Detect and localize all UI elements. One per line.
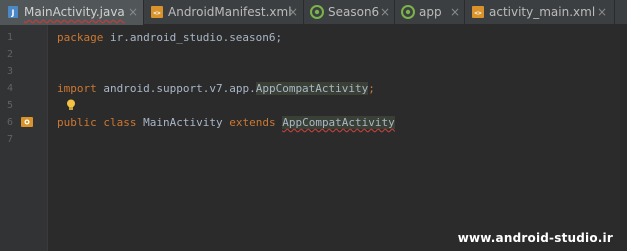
editor-tab-bar: J MainActivity.java × <> AndroidManifest… [0,0,627,25]
code-text: ir.android_studio.season6; [103,31,283,44]
line-number: 5 [7,100,14,111]
line-number: 4 [7,83,14,94]
tab-activity-main[interactable]: <> activity_main.xml × [465,0,615,25]
lightbulb-icon[interactable] [64,97,78,111]
tab-label: Season6 [328,5,380,19]
close-icon[interactable]: × [128,5,138,19]
java-class-icon: J [6,5,20,19]
line-number-gutter: 1 2 3 4 5 6 7 [0,25,48,251]
keyword: public [57,116,97,129]
code-text: ; [368,82,375,95]
tab-label: app [419,5,442,19]
keyword: class [103,116,137,129]
keyword: import [57,82,97,95]
close-icon[interactable]: × [380,5,390,19]
android-module-icon [401,5,415,19]
line-number: 1 [7,32,14,43]
svg-text:<>: <> [153,10,161,17]
close-icon[interactable]: × [597,5,607,19]
highlighted-symbol: AppCompatActivity [255,82,369,95]
keyword: extends [229,116,276,129]
tab-app[interactable]: app × [395,0,465,25]
close-icon[interactable]: × [288,5,298,19]
svg-text:<>: <> [474,10,482,17]
watermark: www.android-studio.ir [457,231,613,245]
line-number: 2 [7,49,14,60]
tab-season6[interactable]: Season6 × [304,0,395,25]
line-number: 3 [7,66,14,77]
xml-file-icon: <> [471,5,485,19]
code-line-4: import android.support.v7.app.AppCompatA… [57,80,375,97]
highlighted-symbol: AppCompatActivity [282,116,395,129]
close-icon[interactable]: × [450,5,460,19]
code-line-1: package ir.android_studio.season6; [57,29,282,46]
tab-android-manifest[interactable]: <> AndroidManifest.xml × [144,0,304,25]
tab-label: activity_main.xml [489,5,596,19]
class-name: MainActivity [136,116,230,129]
xml-file-icon: <> [150,5,164,19]
svg-text:J: J [11,9,15,18]
run-activity-icon[interactable] [20,114,34,128]
code-line-6: public class MainActivity extends AppCom… [57,114,395,131]
line-number: 7 [7,134,14,145]
keyword: package [57,31,104,44]
android-module-icon [310,5,324,19]
code-text: android.support.v7.app. [96,82,256,95]
line-number: 6 [7,117,14,128]
tab-label: AndroidManifest.xml [168,5,292,19]
tab-main-activity[interactable]: J MainActivity.java × [0,0,144,25]
tab-label: MainActivity.java [24,5,125,19]
